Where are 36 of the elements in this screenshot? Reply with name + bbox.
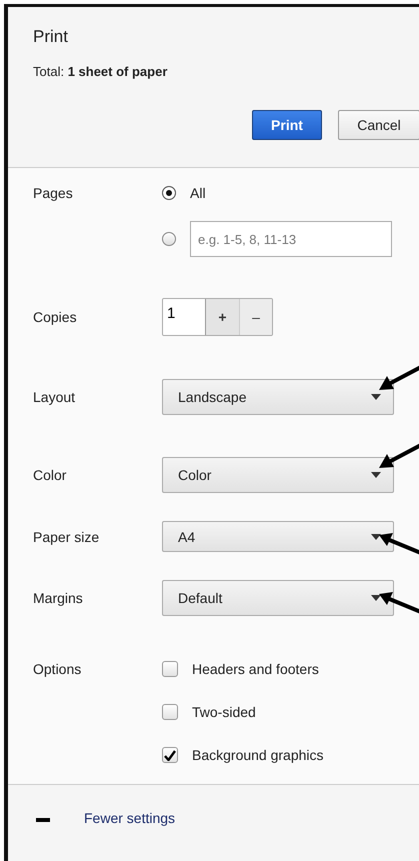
- decrement-button[interactable]: –: [239, 299, 272, 335]
- page-range-field[interactable]: e.g. 1-5, 8, 11-13: [190, 221, 392, 257]
- radio-button[interactable]: [162, 186, 176, 200]
- dropdown[interactable]: Color: [162, 457, 394, 493]
- print-button[interactable]: Print: [252, 110, 322, 140]
- checkbox-label: Two-sided: [192, 704, 256, 720]
- setting-label: Margins: [33, 590, 84, 606]
- setting-label: Pages: [33, 184, 74, 203]
- checkbox[interactable]: [162, 704, 178, 720]
- setting-label: Layout: [33, 389, 76, 405]
- cancel-button[interactable]: Cancel: [338, 110, 419, 140]
- setting-label: Color: [33, 467, 68, 483]
- sheet-total: Total: 1 sheet of paper: [33, 64, 168, 80]
- dropdown[interactable]: A4: [162, 521, 394, 552]
- annotation-arrow: [377, 531, 419, 557]
- caret-icon: [371, 534, 381, 540]
- increment-button[interactable]: +: [206, 299, 239, 335]
- radio-button[interactable]: [162, 232, 176, 246]
- caret-icon: [371, 595, 381, 601]
- dropdown[interactable]: Landscape: [162, 379, 394, 415]
- setting-label: Copies: [33, 309, 78, 325]
- checkbox-label: Background graphics: [192, 747, 324, 763]
- checkbox-label: Headers and footers: [192, 661, 319, 677]
- setting-label: Paper size: [33, 528, 100, 544]
- checkbox[interactable]: [162, 747, 178, 763]
- dialog-title: Print: [33, 27, 69, 47]
- caret-icon: [371, 394, 381, 400]
- radio-label: All: [190, 185, 206, 201]
- minus-icon: [36, 818, 50, 822]
- annotation-arrow: [377, 590, 419, 616]
- setting-label: Options: [33, 660, 82, 679]
- dropdown[interactable]: Default: [162, 580, 394, 616]
- checkbox[interactable]: [162, 661, 178, 677]
- fewer-settings-link[interactable]: Fewer settings: [84, 810, 176, 826]
- caret-icon: [371, 472, 381, 478]
- copies-field[interactable]: 1: [163, 299, 206, 335]
